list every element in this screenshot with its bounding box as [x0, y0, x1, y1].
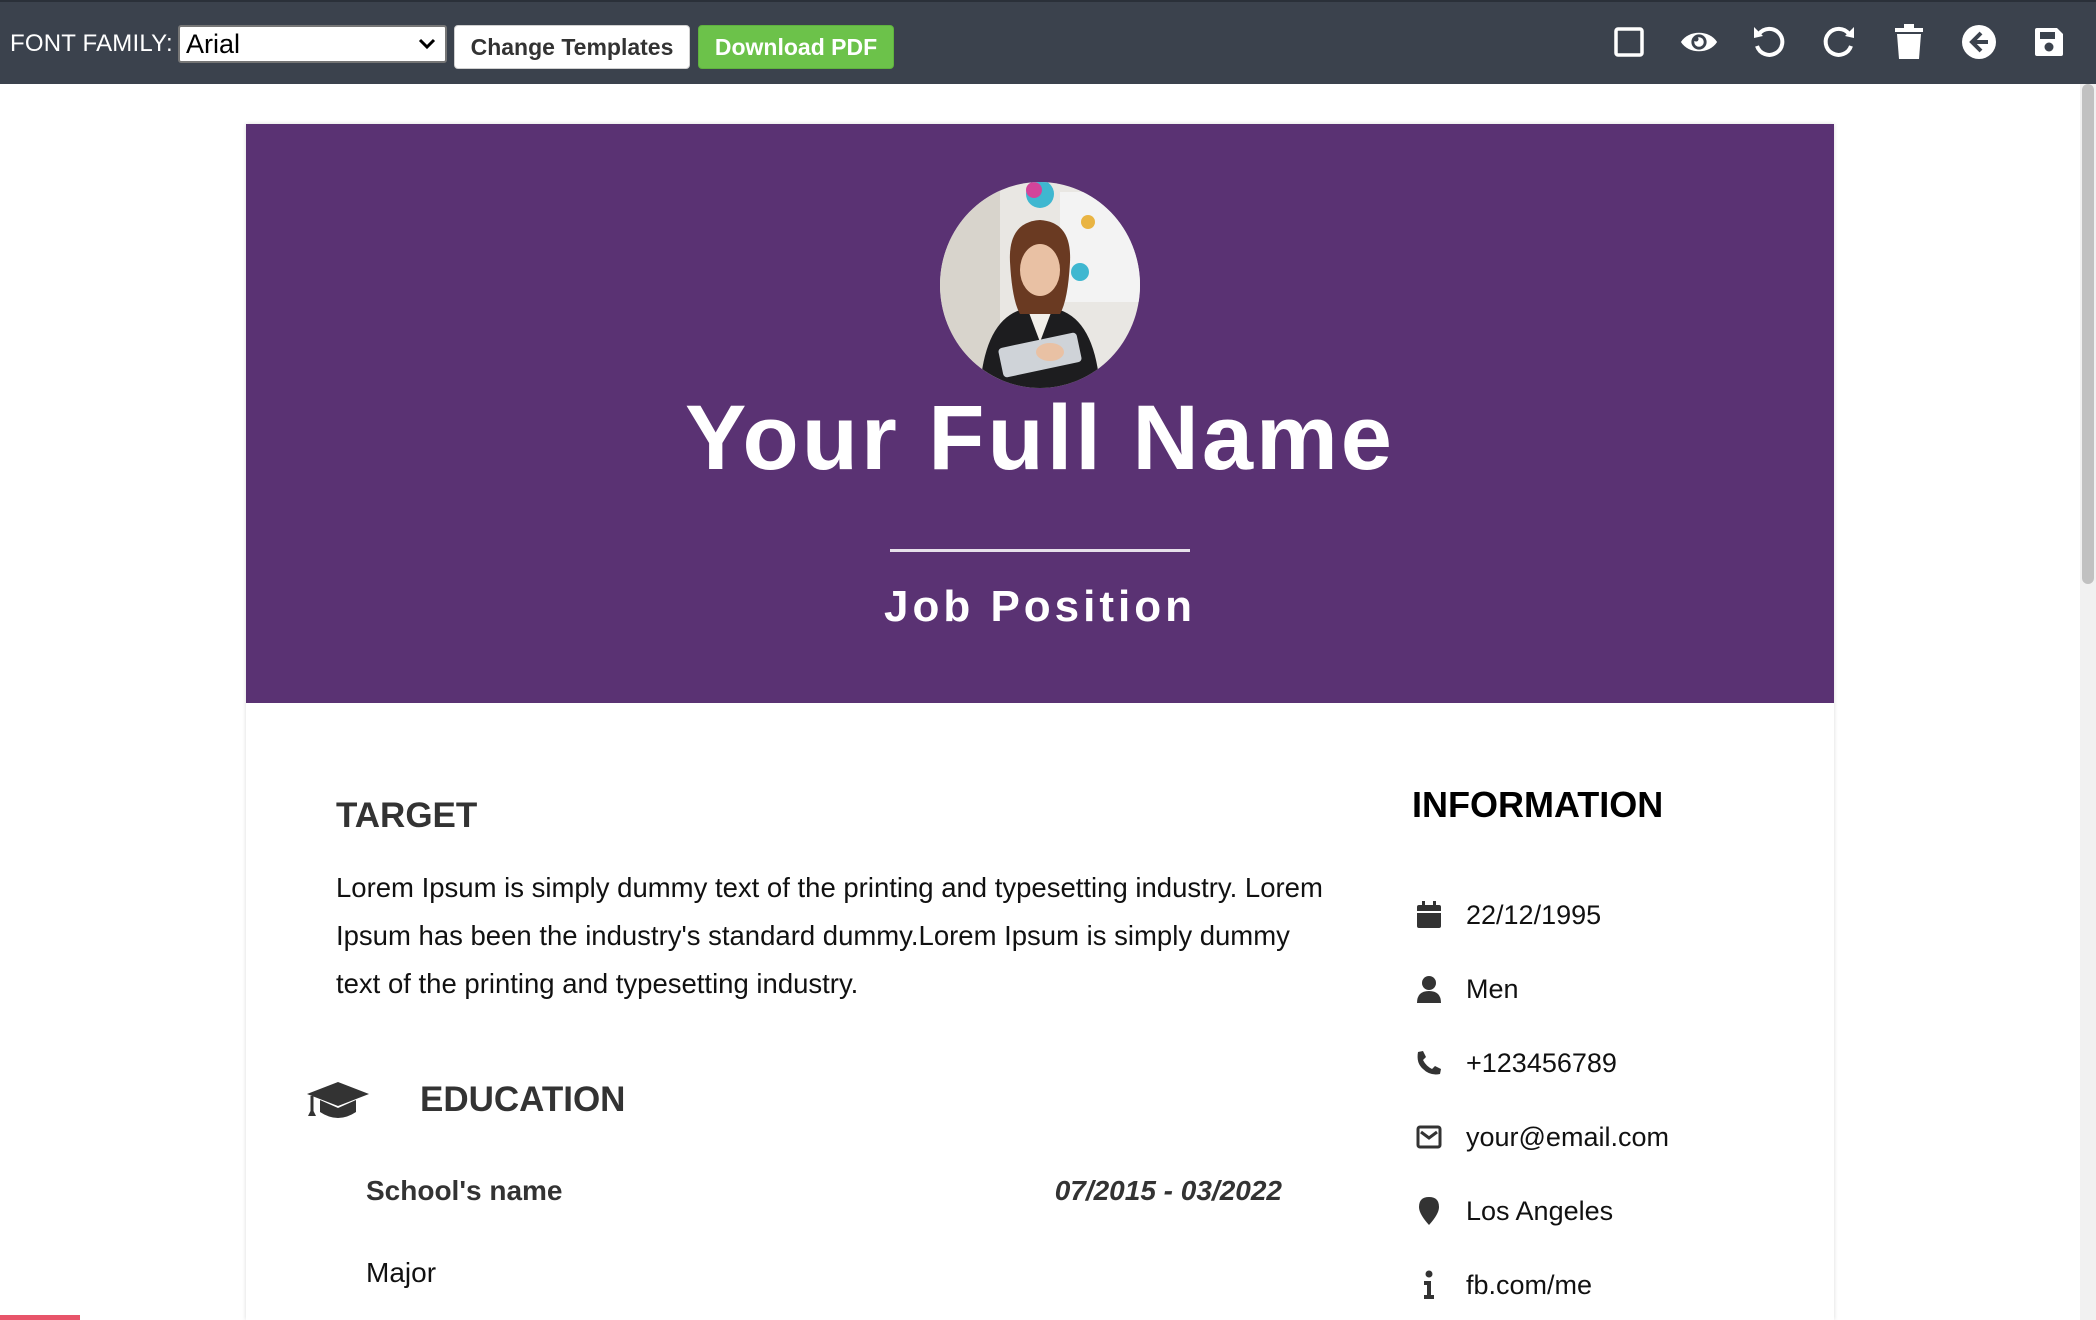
education-dates[interactable]: 07/2015 - 03/2022 [1036, 1175, 1282, 1207]
user-icon [1412, 972, 1446, 1006]
information-title[interactable]: INFORMATION [1412, 784, 1663, 826]
info-icon [1412, 1268, 1446, 1302]
calendar-icon [1412, 898, 1446, 932]
font-family-label: FONT FAMILY: [10, 30, 173, 57]
square-icon[interactable] [1609, 22, 1649, 62]
font-family-select[interactable]: Arial [178, 25, 447, 63]
font-family-value: Arial [186, 28, 241, 59]
toolbar: FONT FAMILY: Arial Change Templates Down… [0, 0, 2096, 84]
resume-header: Your Full Name Job Position [246, 124, 1834, 703]
change-templates-button[interactable]: Change Templates [454, 25, 690, 69]
major[interactable]: Major [366, 1257, 436, 1289]
education-title[interactable]: EDUCATION [420, 1080, 625, 1120]
info-item-birthday[interactable]: 22/12/1995 [1412, 895, 1601, 935]
save-icon[interactable] [2029, 22, 2069, 62]
resume-page: Your Full Name Job Position TARGET Lorem… [246, 124, 1834, 1320]
full-name[interactable]: Your Full Name [246, 386, 1834, 491]
job-position[interactable]: Job Position [246, 582, 1834, 632]
undo-icon[interactable] [1749, 22, 1789, 62]
download-pdf-button[interactable]: Download PDF [698, 25, 894, 69]
school-name[interactable]: School's name [366, 1175, 563, 1207]
scrollbar-thumb[interactable] [2082, 84, 2094, 584]
status-indicator [0, 1315, 80, 1320]
target-text[interactable]: Lorem Ipsum is simply dummy text of the … [336, 864, 1336, 1008]
info-item-facebook[interactable]: fb.com/me [1412, 1265, 1592, 1305]
redo-icon[interactable] [1819, 22, 1859, 62]
info-item-email[interactable]: your@email.com [1412, 1117, 1669, 1157]
info-item-gender[interactable]: Men [1412, 969, 1519, 1009]
profile-photo[interactable] [940, 182, 1140, 388]
target-title[interactable]: TARGET [336, 796, 477, 836]
phone-icon [1412, 1046, 1446, 1080]
trash-icon[interactable] [1889, 22, 1929, 62]
envelope-icon [1412, 1120, 1446, 1154]
chevron-down-icon [418, 38, 436, 50]
info-value: +123456789 [1466, 1047, 1617, 1078]
map-marker-icon [1412, 1194, 1446, 1228]
info-value: Men [1466, 973, 1519, 1004]
info-value: your@email.com [1466, 1121, 1669, 1152]
back-arrow-icon[interactable] [1959, 22, 1999, 62]
info-value: fb.com/me [1466, 1269, 1593, 1300]
info-value: 22/12/1995 [1466, 899, 1602, 930]
graduation-cap-icon [306, 1080, 370, 1129]
header-divider [890, 549, 1190, 552]
info-value: Los Angeles [1466, 1195, 1614, 1226]
info-item-phone[interactable]: +123456789 [1412, 1043, 1617, 1083]
eye-icon[interactable] [1679, 22, 1719, 62]
info-item-location[interactable]: Los Angeles [1412, 1191, 1613, 1231]
